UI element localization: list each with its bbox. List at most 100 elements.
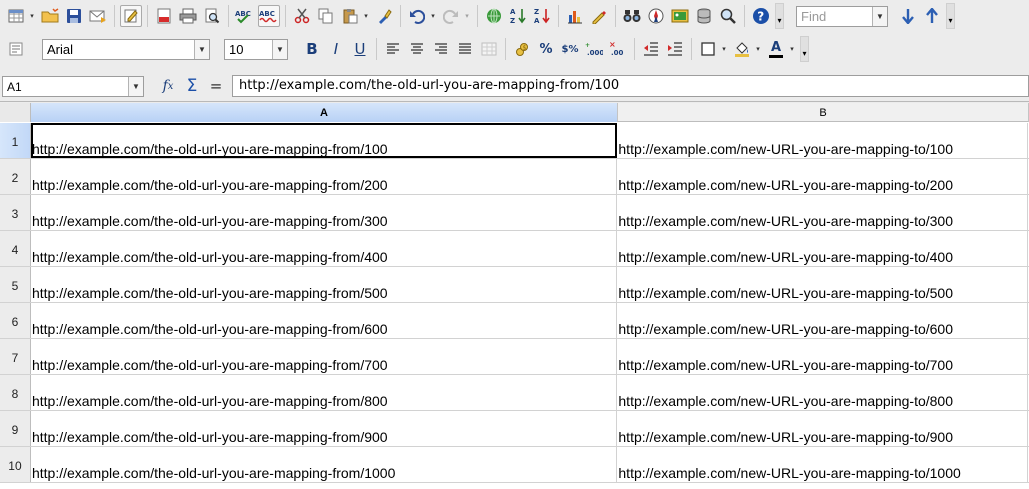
- export-pdf-icon[interactable]: [153, 5, 175, 27]
- column-header-b[interactable]: B: [618, 103, 1029, 122]
- gallery-icon[interactable]: [669, 5, 691, 27]
- name-box-value[interactable]: A1: [3, 80, 128, 94]
- justify-icon[interactable]: [454, 38, 476, 60]
- find-previous-icon[interactable]: [921, 5, 943, 27]
- cell-b5[interactable]: http://example.com/new-URL-you-are-mappi…: [617, 267, 1028, 302]
- cell-b10[interactable]: http://example.com/new-URL-you-are-mappi…: [617, 447, 1028, 482]
- underline-button[interactable]: U: [349, 38, 371, 60]
- font-name-value[interactable]: Arial: [43, 42, 194, 57]
- cell-b9[interactable]: http://example.com/new-URL-you-are-mappi…: [617, 411, 1028, 446]
- cell-b7[interactable]: http://example.com/new-URL-you-are-mappi…: [617, 339, 1028, 374]
- cell-b8[interactable]: http://example.com/new-URL-you-are-mappi…: [617, 375, 1028, 410]
- cell-a2[interactable]: http://example.com/the-old-url-you-are-m…: [31, 159, 618, 194]
- print-icon[interactable]: [177, 5, 199, 27]
- row-header[interactable]: 4: [0, 231, 31, 266]
- open-folder-icon[interactable]: [39, 5, 61, 27]
- cell-a6[interactable]: http://example.com/the-old-url-you-are-m…: [31, 303, 618, 338]
- cell-a8[interactable]: http://example.com/the-old-url-you-are-m…: [31, 375, 618, 410]
- cell-a7[interactable]: http://example.com/the-old-url-you-are-m…: [31, 339, 618, 374]
- percent-format-button[interactable]: %: [535, 38, 557, 60]
- cell-b4[interactable]: http://example.com/new-URL-you-are-mappi…: [617, 231, 1028, 266]
- borders-dropdown-icon[interactable]: ▾: [720, 38, 728, 60]
- align-right-icon[interactable]: [430, 38, 452, 60]
- paste-dropdown-icon[interactable]: ▾: [362, 5, 370, 27]
- autospellcheck-icon[interactable]: ABC: [258, 5, 280, 27]
- font-size-value[interactable]: 10: [225, 42, 272, 57]
- find-toolbar-overflow-icon[interactable]: ▾: [946, 3, 955, 29]
- cut-icon[interactable]: [291, 5, 313, 27]
- background-color-dropdown-icon[interactable]: ▾: [754, 38, 762, 60]
- data-sources-icon[interactable]: [693, 5, 715, 27]
- row-header[interactable]: 8: [0, 375, 31, 410]
- copy-icon[interactable]: [315, 5, 337, 27]
- help-icon[interactable]: ?: [750, 5, 772, 27]
- sum-button[interactable]: Σ: [181, 75, 203, 97]
- standard-number-format-button[interactable]: $%: [559, 38, 581, 60]
- row-header[interactable]: 5: [0, 267, 31, 302]
- cell-a10[interactable]: http://example.com/the-old-url-you-are-m…: [31, 447, 618, 482]
- currency-format-icon[interactable]: $: [511, 38, 533, 60]
- cell-a4[interactable]: http://example.com/the-old-url-you-are-m…: [31, 231, 618, 266]
- row-header[interactable]: 3: [0, 195, 31, 230]
- cell-a5[interactable]: http://example.com/the-old-url-you-are-m…: [31, 267, 618, 302]
- background-color-icon[interactable]: [731, 38, 753, 60]
- draw-functions-icon[interactable]: [588, 5, 610, 27]
- clone-formatting-icon[interactable]: [373, 5, 395, 27]
- edit-file-icon[interactable]: [120, 5, 142, 27]
- sort-ascending-icon[interactable]: AZ: [507, 5, 529, 27]
- new-spreadsheet-icon[interactable]: [5, 5, 27, 27]
- new-dropdown-icon[interactable]: ▾: [28, 5, 36, 27]
- zoom-icon[interactable]: [717, 5, 739, 27]
- cell-a1[interactable]: http://example.com/the-old-url-you-are-m…: [30, 123, 618, 158]
- cell-b1[interactable]: http://example.com/new-URL-you-are-mappi…: [617, 123, 1028, 158]
- cell-a3[interactable]: http://example.com/the-old-url-you-are-m…: [31, 195, 618, 230]
- font-size-combo[interactable]: 10 ▼: [224, 38, 288, 60]
- paste-icon[interactable]: [339, 5, 361, 27]
- spellcheck-icon[interactable]: ABC: [234, 5, 256, 27]
- row-header[interactable]: 9: [0, 411, 31, 446]
- styles-formatting-icon[interactable]: [5, 38, 27, 60]
- name-box[interactable]: A1 ▼: [2, 76, 144, 97]
- add-decimal-icon[interactable]: + .000: [583, 38, 605, 60]
- cell-b3[interactable]: http://example.com/new-URL-you-are-mappi…: [617, 195, 1028, 230]
- print-preview-icon[interactable]: [201, 5, 223, 27]
- font-color-dropdown-icon[interactable]: ▾: [788, 38, 796, 60]
- cell-b2[interactable]: http://example.com/new-URL-you-are-mappi…: [617, 159, 1028, 194]
- function-equals-button[interactable]: =: [205, 75, 227, 97]
- name-box-dropdown-icon[interactable]: ▼: [128, 77, 143, 96]
- find-dropdown-icon[interactable]: ▼: [872, 6, 887, 26]
- undo-dropdown-icon[interactable]: ▾: [429, 5, 437, 27]
- hyperlink-icon[interactable]: [483, 5, 505, 27]
- row-header[interactable]: 7: [0, 339, 31, 374]
- row-header[interactable]: 1: [0, 123, 31, 158]
- merge-cells-icon[interactable]: [478, 38, 500, 60]
- find-input[interactable]: Find: [797, 9, 872, 24]
- find-replace-icon[interactable]: [621, 5, 643, 27]
- row-header[interactable]: 6: [0, 303, 31, 338]
- select-all-corner[interactable]: [0, 103, 31, 122]
- font-size-dropdown-icon[interactable]: ▼: [272, 39, 287, 59]
- delete-decimal-icon[interactable]: × .00: [607, 38, 629, 60]
- find-next-icon[interactable]: [897, 5, 919, 27]
- row-header[interactable]: 10: [0, 447, 31, 482]
- font-color-button[interactable]: A: [765, 38, 787, 60]
- borders-icon[interactable]: [697, 38, 719, 60]
- cell-a9[interactable]: http://example.com/the-old-url-you-are-m…: [31, 411, 618, 446]
- email-icon[interactable]: [87, 5, 109, 27]
- formula-input[interactable]: http://example.com/the-old-url-you-are-m…: [232, 75, 1029, 97]
- row-header[interactable]: 2: [0, 159, 31, 194]
- align-left-icon[interactable]: [382, 38, 404, 60]
- font-name-dropdown-icon[interactable]: ▼: [194, 39, 209, 59]
- undo-icon[interactable]: [406, 5, 428, 27]
- align-center-icon[interactable]: [406, 38, 428, 60]
- italic-button[interactable]: I: [325, 38, 347, 60]
- decrease-indent-icon[interactable]: [640, 38, 662, 60]
- save-icon[interactable]: [63, 5, 85, 27]
- find-combo[interactable]: Find ▼: [796, 5, 888, 27]
- bold-button[interactable]: B: [301, 38, 323, 60]
- font-name-combo[interactable]: Arial ▼: [42, 38, 210, 60]
- cell-b6[interactable]: http://example.com/new-URL-you-are-mappi…: [617, 303, 1028, 338]
- sort-descending-icon[interactable]: ZA: [531, 5, 553, 27]
- function-wizard-icon[interactable]: fx: [157, 75, 179, 97]
- increase-indent-icon[interactable]: [664, 38, 686, 60]
